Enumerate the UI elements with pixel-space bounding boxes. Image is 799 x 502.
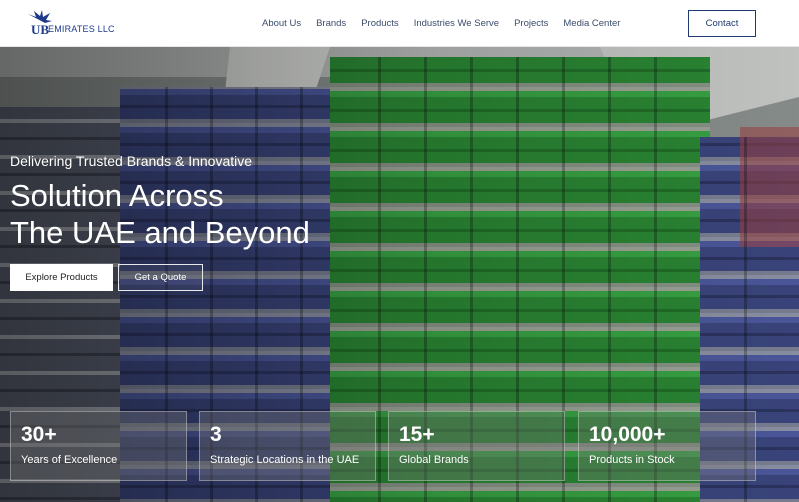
hero-title-line2: The UAE and Beyond: [10, 215, 310, 250]
contact-button[interactable]: Contact: [688, 10, 756, 37]
stat-value: 15+: [399, 423, 435, 446]
stat-label: Strategic Locations in the UAE: [210, 454, 360, 466]
hero-subtitle: Delivering Trusted Brands & Innovative: [10, 153, 253, 169]
site-header: UB EMIRATES LLC About Us Brands Products…: [0, 0, 799, 47]
stat-value: 3: [210, 423, 222, 446]
stat-card-brands: 15+ Global Brands: [388, 411, 565, 481]
stat-card-products: 10,000+ Products in Stock: [578, 411, 756, 481]
main-nav: About Us Brands Products Industries We S…: [262, 0, 635, 47]
nav-projects[interactable]: Projects: [514, 18, 548, 29]
nav-about-us[interactable]: About Us: [262, 18, 301, 29]
stat-label: Years of Excellence: [21, 454, 118, 466]
stat-card-years: 30+ Years of Excellence: [10, 411, 187, 481]
svg-text:UB: UB: [31, 22, 49, 36]
hero-title-line1: Solution Across: [10, 178, 224, 213]
stat-card-locations: 3 Strategic Locations in the UAE: [199, 411, 376, 481]
nav-industries[interactable]: Industries We Serve: [414, 18, 499, 29]
hero-title: Solution Across The UAE and Beyond: [10, 177, 310, 251]
nav-media-center[interactable]: Media Center: [563, 18, 620, 29]
company-logo[interactable]: UB EMIRATES LLC: [26, 8, 116, 38]
stat-value: 10,000+: [589, 423, 666, 446]
hero-section: Delivering Trusted Brands & Innovative S…: [0, 47, 799, 502]
explore-products-button[interactable]: Explore Products: [10, 264, 113, 291]
stat-label: Products in Stock: [589, 454, 675, 466]
nav-brands[interactable]: Brands: [316, 18, 346, 29]
stat-value: 30+: [21, 423, 57, 446]
get-a-quote-button[interactable]: Get a Quote: [118, 264, 203, 291]
stat-label: Global Brands: [399, 454, 469, 466]
logo-text: EMIRATES LLC: [48, 24, 115, 34]
nav-products[interactable]: Products: [361, 18, 399, 29]
